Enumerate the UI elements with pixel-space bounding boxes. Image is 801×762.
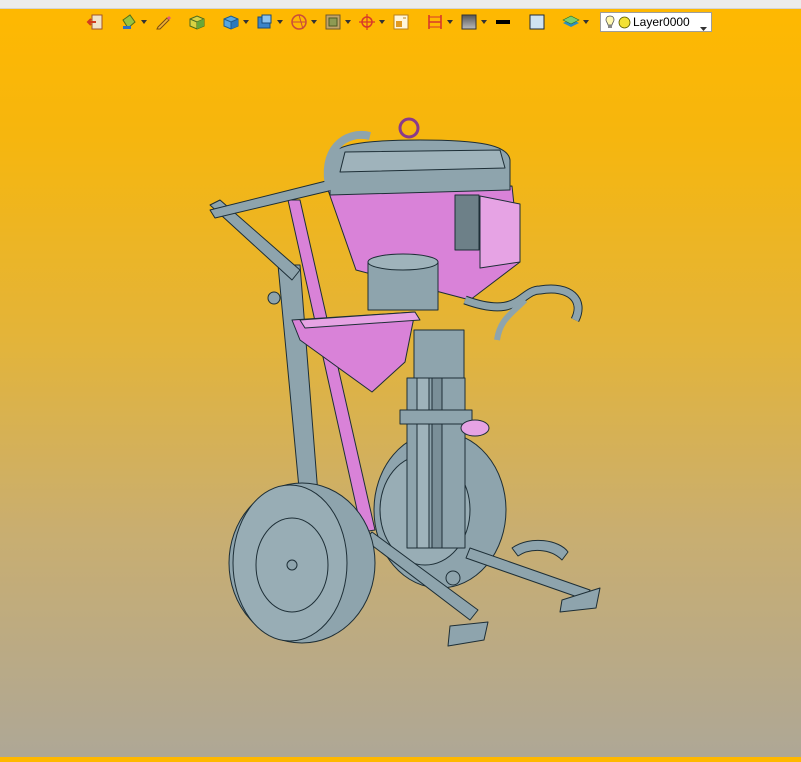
chevron-down-icon[interactable] — [446, 20, 453, 24]
shaded-view-icon[interactable] — [322, 11, 344, 33]
layers-icon[interactable] — [560, 11, 582, 33]
chevron-down-icon[interactable] — [242, 20, 249, 24]
solid-box-yellow-icon[interactable] — [186, 11, 208, 33]
chevron-down-icon[interactable] — [378, 20, 385, 24]
snap-target-icon[interactable] — [356, 11, 378, 33]
paint-bucket-icon[interactable] — [118, 11, 140, 33]
properties-icon[interactable] — [390, 11, 412, 33]
layer-name: Layer0000 — [633, 15, 690, 29]
lift-eye — [398, 117, 420, 139]
chevron-down-icon[interactable] — [480, 20, 487, 24]
view-cube-icon[interactable] — [254, 11, 276, 33]
chevron-down-icon[interactable] — [700, 18, 707, 36]
chevron-down-icon[interactable] — [310, 20, 317, 24]
chevron-down-icon[interactable] — [276, 20, 283, 24]
dimension-icon[interactable] — [424, 11, 446, 33]
chevron-down-icon[interactable] — [582, 20, 589, 24]
pump-cart-3d-model[interactable] — [0, 36, 801, 757]
solid-box-blue-icon[interactable] — [220, 11, 242, 33]
frame-leg-right — [465, 547, 591, 601]
graphics-toolbar: Layer0000 — [84, 11, 712, 33]
section-icon[interactable] — [288, 11, 310, 33]
background-icon[interactable] — [458, 11, 480, 33]
graphics-viewport[interactable] — [0, 36, 801, 757]
handle-crossbar — [209, 179, 334, 219]
lightbulb-icon[interactable] — [605, 15, 615, 29]
chevron-down-icon[interactable] — [140, 20, 147, 24]
fill-color-icon[interactable] — [526, 11, 548, 33]
exit-icon[interactable] — [84, 11, 106, 33]
vent-grille — [454, 194, 480, 251]
window-top-strip — [0, 0, 801, 9]
chevron-down-icon[interactable] — [344, 20, 351, 24]
layer-select[interactable]: Layer0000 — [600, 12, 712, 32]
yellow-circle-icon[interactable] — [618, 16, 631, 29]
line-color-icon[interactable] — [492, 11, 514, 33]
pencil-icon[interactable] — [152, 11, 174, 33]
